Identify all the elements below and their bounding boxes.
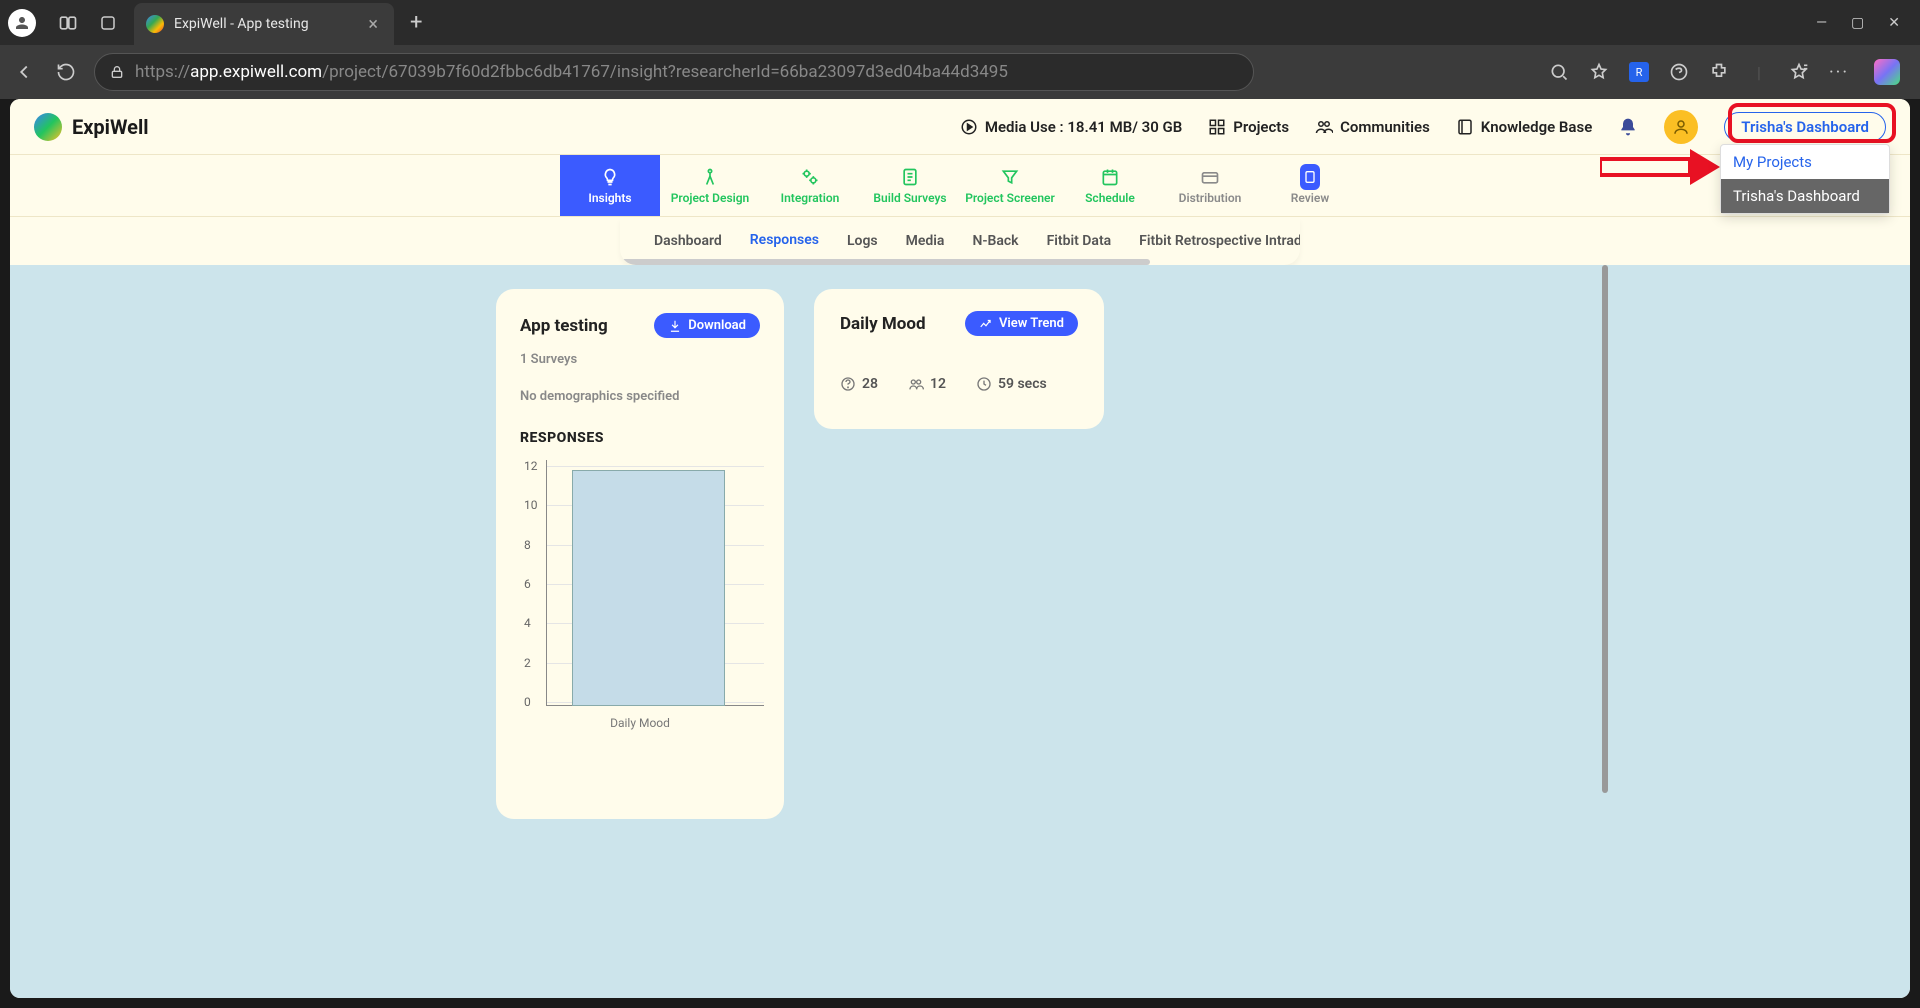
download-icon bbox=[668, 319, 682, 333]
demographics-text: No demographics specified bbox=[520, 389, 760, 404]
ext-2-icon[interactable] bbox=[1668, 61, 1690, 83]
browser-address-row: https://app.expiwell.com/project/67039b7… bbox=[0, 45, 1920, 99]
compass-icon bbox=[700, 167, 720, 187]
tab-favicon-icon bbox=[146, 15, 164, 33]
subtab-nback[interactable]: N-Back bbox=[958, 217, 1032, 265]
nav-knowledge-base[interactable]: Knowledge Base bbox=[1456, 118, 1592, 136]
dashboard-dropdown: My Projects Trisha's Dashboard bbox=[1720, 144, 1890, 214]
stage-integration[interactable]: Integration bbox=[760, 155, 860, 216]
clock-icon bbox=[976, 376, 992, 392]
stat-responses: 28 bbox=[840, 376, 878, 392]
subtab-logs[interactable]: Logs bbox=[833, 217, 892, 265]
app-header: ExpiWell Media Use : 18.41 MB/ 30 GB Pro… bbox=[10, 99, 1910, 155]
subtab-dashboard[interactable]: Dashboard bbox=[640, 217, 736, 265]
people-icon bbox=[1315, 118, 1333, 136]
responses-heading: RESPONSES bbox=[520, 430, 760, 446]
subtab-responses[interactable]: Responses bbox=[736, 217, 833, 265]
subtab-media[interactable]: Media bbox=[892, 217, 959, 265]
browser-tab[interactable]: ExpiWell - App testing × bbox=[134, 3, 394, 45]
dropdown-my-projects[interactable]: My Projects bbox=[1721, 145, 1889, 179]
minimize-icon[interactable]: — bbox=[1816, 15, 1827, 31]
play-icon bbox=[960, 118, 978, 136]
nav-projects[interactable]: Projects bbox=[1208, 118, 1289, 136]
notifications-icon[interactable] bbox=[1618, 117, 1638, 137]
project-summary-card: App testing Download 1 Surveys No demogr… bbox=[496, 289, 784, 819]
scroll-indicator[interactable] bbox=[1602, 265, 1608, 793]
insight-subtabs: Dashboard Responses Logs Media N-Back Fi… bbox=[620, 217, 1300, 265]
back-icon[interactable] bbox=[10, 58, 38, 86]
brand-logo[interactable]: ExpiWell bbox=[34, 113, 149, 141]
user-avatar-icon[interactable] bbox=[1664, 110, 1698, 144]
stage-insights[interactable]: Insights bbox=[560, 155, 660, 216]
survey-card: Daily Mood View Trend 28 12 59 secs bbox=[814, 289, 1104, 429]
responses-chart: 024681012 Daily Mood bbox=[520, 460, 760, 730]
stat-duration: 59 secs bbox=[976, 376, 1047, 392]
address-bar[interactable]: https://app.expiwell.com/project/67039b7… bbox=[94, 53, 1254, 91]
nav-communities[interactable]: Communities bbox=[1315, 118, 1430, 136]
logo-mark-icon bbox=[34, 113, 62, 141]
users-icon bbox=[908, 376, 924, 392]
window-controls: — ▢ ✕ bbox=[1804, 15, 1912, 31]
brand-name: ExpiWell bbox=[72, 115, 149, 139]
stage-tabs: Insights Project Design Integration Buil… bbox=[10, 155, 1910, 217]
extensions-icon[interactable] bbox=[1708, 61, 1730, 83]
media-use[interactable]: Media Use : 18.41 MB/ 30 GB bbox=[960, 118, 1182, 136]
filter-icon bbox=[1000, 167, 1020, 187]
view-trend-button[interactable]: View Trend bbox=[965, 311, 1078, 336]
app-viewport: ExpiWell Media Use : 18.41 MB/ 30 GB Pro… bbox=[10, 99, 1910, 998]
dropdown-trisha-dashboard[interactable]: Trisha's Dashboard bbox=[1721, 179, 1889, 213]
subtab-fitbit[interactable]: Fitbit Data bbox=[1033, 217, 1126, 265]
chart-x-label: Daily Mood bbox=[520, 716, 760, 730]
surveys-count: 1 Surveys bbox=[520, 352, 760, 367]
book-icon bbox=[1456, 118, 1474, 136]
ext-1-icon[interactable]: R bbox=[1628, 61, 1650, 83]
maximize-icon[interactable]: ▢ bbox=[1851, 15, 1864, 31]
copilot-icon[interactable] bbox=[1874, 59, 1900, 85]
trend-icon bbox=[979, 317, 993, 331]
lock-icon bbox=[109, 64, 125, 80]
favorites-list-icon[interactable] bbox=[1788, 61, 1810, 83]
subtabs-container: Dashboard Responses Logs Media N-Back Fi… bbox=[10, 217, 1910, 265]
close-window-icon[interactable]: ✕ bbox=[1888, 15, 1900, 31]
stat-participants: 12 bbox=[908, 376, 946, 392]
favorite-icon[interactable] bbox=[1588, 61, 1610, 83]
workspaces-icon[interactable] bbox=[56, 11, 80, 35]
browser-tab-bar: ExpiWell - App testing × + — ▢ ✕ bbox=[0, 0, 1920, 45]
stage-project-design[interactable]: Project Design bbox=[660, 155, 760, 216]
more-icon[interactable]: ··· bbox=[1828, 61, 1850, 83]
content-area: App testing Download 1 Surveys No demogr… bbox=[10, 265, 1910, 998]
new-tab-icon[interactable]: + bbox=[410, 10, 422, 35]
stage-review[interactable]: Review bbox=[1260, 155, 1360, 216]
project-title: App testing bbox=[520, 316, 608, 336]
dashboard-selector[interactable]: Trisha's Dashboard bbox=[1724, 112, 1886, 142]
svg-text:R: R bbox=[1636, 66, 1643, 79]
lightbulb-icon bbox=[600, 167, 620, 187]
survey-title: Daily Mood bbox=[840, 314, 926, 334]
grid-icon bbox=[1208, 118, 1226, 136]
calendar-icon bbox=[1100, 167, 1120, 187]
tab-close-icon[interactable]: × bbox=[368, 14, 378, 35]
browser-profile-icon[interactable] bbox=[8, 9, 36, 37]
subtab-fitbit-intraday[interactable]: Fitbit Retrospective Intraday Data bbox=[1125, 217, 1300, 265]
download-button[interactable]: Download bbox=[654, 313, 760, 338]
refresh-icon[interactable] bbox=[52, 58, 80, 86]
question-icon bbox=[840, 376, 856, 392]
stage-schedule[interactable]: Schedule bbox=[1060, 155, 1160, 216]
stage-build-surveys[interactable]: Build Surveys bbox=[860, 155, 960, 216]
tab-title: ExpiWell - App testing bbox=[174, 16, 352, 32]
stage-distribution[interactable]: Distribution bbox=[1160, 155, 1260, 216]
wallet-icon bbox=[1200, 167, 1220, 187]
clipboard-icon bbox=[1300, 167, 1320, 187]
tab-actions-icon[interactable] bbox=[96, 11, 120, 35]
form-icon bbox=[900, 167, 920, 187]
url-text: https://app.expiwell.com/project/67039b7… bbox=[135, 62, 1008, 82]
gears-icon bbox=[800, 167, 820, 187]
stage-project-screener[interactable]: Project Screener bbox=[960, 155, 1060, 216]
zoom-icon[interactable] bbox=[1548, 61, 1570, 83]
